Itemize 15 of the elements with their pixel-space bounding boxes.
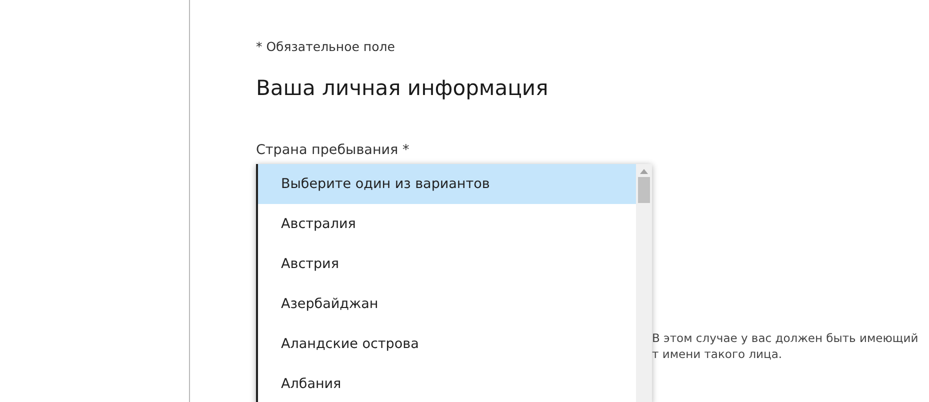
dropdown-option[interactable]: Албания <box>258 364 636 402</box>
dropdown-option[interactable]: Австрия <box>258 244 636 284</box>
dropdown-option[interactable]: Выберите один из вариантов <box>258 164 636 204</box>
dropdown-option[interactable]: Австралия <box>258 204 636 244</box>
hint-text: т имени такого лица. <box>652 346 784 362</box>
dropdown-option[interactable]: Азербайджан <box>258 284 636 324</box>
dropdown-option[interactable]: Аландские острова <box>258 324 636 364</box>
required-field-note: * Обязательное поле <box>256 39 396 54</box>
field-label: Страна пребывания * <box>256 142 410 158</box>
scroll-up-icon[interactable] <box>640 169 648 174</box>
scrollbar[interactable] <box>636 164 652 402</box>
scrollbar-thumb[interactable] <box>638 177 650 203</box>
section-heading: Ваша личная информация <box>256 76 550 100</box>
country-dropdown-list[interactable]: Выберите один из вариантов Австралия Австрия Азербайджан Аландские острова Албания <box>256 164 652 402</box>
hint-text: В этом случае у вас должен быть имеющий <box>652 330 920 346</box>
